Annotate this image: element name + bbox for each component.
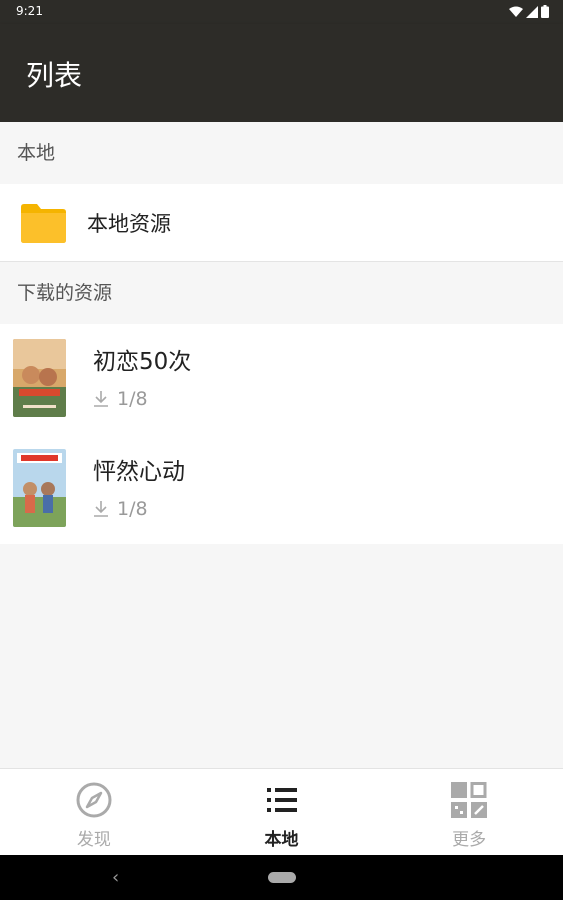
grid-icon — [451, 782, 488, 818]
section-header-downloads: 下载的资源 — [0, 262, 563, 324]
tab-more[interactable]: 更多 — [375, 769, 563, 855]
list-icon — [266, 788, 297, 812]
tab-local-label: 本地 — [264, 830, 299, 850]
page-title: 列表 — [26, 59, 83, 92]
status-bar: 9:21 — [0, 0, 563, 24]
wifi-icon — [509, 6, 523, 17]
movie-poster — [13, 449, 66, 527]
system-nav-bar: ‹ — [0, 855, 563, 900]
compass-icon — [76, 782, 112, 818]
download-title: 初恋50次 — [93, 349, 192, 375]
back-icon[interactable]: ‹ — [112, 867, 119, 888]
tab-discover[interactable]: 发现 — [0, 769, 188, 855]
section-header-local: 本地 — [0, 122, 563, 184]
local-resources-label: 本地资源 — [87, 212, 171, 236]
download-item[interactable]: 初恋50次 1/8 — [0, 324, 563, 434]
status-time: 9:21 — [16, 4, 43, 18]
local-resources-item[interactable]: 本地资源 — [0, 184, 563, 262]
download-progress-text: 1/8 — [117, 498, 148, 520]
download-progress: 1/8 — [93, 388, 148, 410]
download-progress-text: 1/8 — [117, 388, 148, 410]
download-icon — [94, 391, 108, 407]
download-icon — [94, 501, 108, 517]
tab-more-label: 更多 — [452, 830, 487, 850]
battery-icon — [541, 5, 549, 18]
app-bar: 列表 — [0, 24, 563, 122]
folder-icon — [21, 204, 66, 243]
download-progress: 1/8 — [93, 498, 148, 520]
tab-local[interactable]: 本地 — [188, 769, 376, 855]
tab-discover-label: 发现 — [76, 830, 111, 850]
bottom-nav: 发现 本地 更多 — [0, 768, 563, 855]
status-icons — [509, 5, 549, 18]
signal-icon — [526, 5, 538, 18]
home-pill[interactable] — [268, 872, 296, 883]
movie-poster — [13, 339, 66, 417]
download-item[interactable]: 怦然心动 1/8 — [0, 434, 563, 544]
download-title: 怦然心动 — [93, 459, 185, 485]
